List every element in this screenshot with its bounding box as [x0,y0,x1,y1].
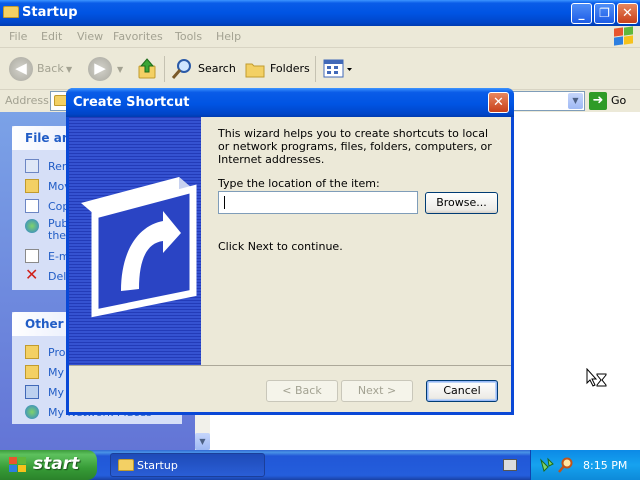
next-button[interactable]: Next > [341,380,413,402]
search-tray-icon[interactable] [558,457,574,473]
start-button[interactable]: start [0,450,97,480]
views-icon[interactable] [323,59,353,79]
keyboard-icon[interactable] [503,459,517,471]
my-computer-icon [25,385,39,399]
maximize-button[interactable]: ❐ [594,3,615,24]
back-button-label[interactable]: Back [37,62,64,75]
network-tray-icon[interactable] [539,457,555,473]
taskbar-folder-icon [118,459,134,471]
folder-icon [3,6,19,18]
taskbar-item-label: Startup [137,459,178,472]
forward-dropdown-icon[interactable]: ▼ [117,65,123,74]
footer-divider [69,365,511,366]
move-icon [25,179,39,193]
back-arrow-icon[interactable]: ◀ [9,57,33,81]
email-icon [25,249,39,263]
back-dropdown-icon[interactable]: ▼ [66,65,72,74]
create-shortcut-dialog: Create Shortcut ✕ This wizard helps you … [66,88,514,415]
browse-button[interactable]: Browse... [425,192,498,214]
dialog-close-button[interactable]: ✕ [488,92,509,113]
network-places-icon [25,405,39,419]
location-label: Type the location of the item: [218,177,380,190]
dialog-title: Create Shortcut [73,95,190,110]
wizard-description: This wizard helps you to create shortcut… [218,127,492,166]
cancel-button[interactable]: Cancel [426,380,498,402]
shortcut-arrow-icon [81,177,197,318]
delete-icon: ✕ [25,265,39,284]
publish-icon [25,219,39,233]
window-titlebar[interactable]: Startup _ ❐ ✕ [0,0,640,26]
go-arrow-icon[interactable]: ➜ [589,92,607,110]
start-label: start [33,454,80,474]
minimize-button[interactable]: _ [571,3,592,24]
text-caret [224,196,225,209]
scroll-down-button[interactable]: ▼ [195,433,210,450]
menu-edit[interactable]: Edit [41,30,62,43]
menu-tools[interactable]: Tools [175,30,202,43]
back-button[interactable]: < Back [266,380,338,402]
folders-button-label[interactable]: Folders [270,62,310,75]
copy-icon [25,199,39,213]
up-folder-icon[interactable] [136,57,158,81]
busy-cursor-icon [586,367,608,390]
search-button-label[interactable]: Search [198,62,236,75]
go-button-label[interactable]: Go [611,94,626,107]
address-label: Address [5,94,49,107]
toolbar: ◀ Back ▼ ▶ ▼ Search Folders [0,48,640,90]
address-dropdown-button[interactable]: ▼ [568,93,583,109]
location-input[interactable] [218,191,418,214]
programs-folder-icon [25,345,39,359]
wizard-shortcut-art [69,117,201,365]
windows-logo-icon [612,26,634,47]
menu-help[interactable]: Help [216,30,241,43]
search-icon[interactable] [171,58,193,80]
continue-instruction: Click Next to continue. [218,240,343,253]
forward-arrow-icon[interactable]: ▶ [88,57,112,81]
system-tray: 8:15 PM [530,450,640,480]
menu-file[interactable]: File [9,30,27,43]
folders-icon[interactable] [244,59,266,79]
rename-icon [25,159,39,173]
close-button[interactable]: ✕ [617,3,638,24]
my-documents-icon [25,365,39,379]
windows-flag-icon [9,457,27,473]
taskbar-item-startup[interactable]: Startup [110,453,265,477]
menu-view[interactable]: View [77,30,103,43]
menu-bar: File Edit View Favorites Tools Help [0,26,640,48]
dialog-titlebar[interactable]: Create Shortcut ✕ [66,88,514,117]
window-title: Startup [22,5,78,20]
clock[interactable]: 8:15 PM [583,459,627,472]
taskbar: start Startup 8:15 PM [0,450,640,480]
menu-favorites[interactable]: Favorites [113,30,163,43]
dialog-body: This wizard helps you to create shortcut… [69,117,511,412]
